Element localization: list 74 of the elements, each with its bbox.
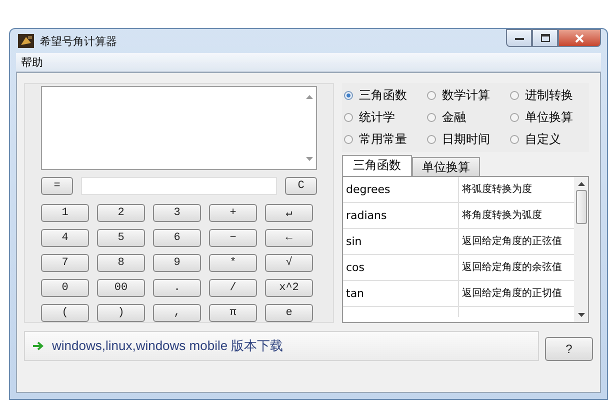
menu-item[interactable]: 帮助 xyxy=(21,54,43,70)
keypad-key[interactable]: 1 xyxy=(41,204,89,222)
category-option[interactable]: 三角函数 xyxy=(344,86,427,104)
close-icon xyxy=(575,34,584,42)
keypad-key[interactable]: 3 xyxy=(153,204,201,222)
table-cell: degrees xyxy=(343,177,459,202)
radio-button[interactable] xyxy=(510,134,519,144)
download-link[interactable]: windows,linux,windows mobile 版本下载 xyxy=(52,337,284,355)
radio-button[interactable] xyxy=(427,112,436,122)
keypad-key[interactable]: . xyxy=(153,279,201,297)
tab[interactable]: 三角函数 xyxy=(342,155,412,176)
keypad-key[interactable]: 7 xyxy=(41,254,89,272)
category-option[interactable]: 自定义 xyxy=(510,130,591,148)
radio-button[interactable] xyxy=(427,134,436,144)
keypad-key[interactable]: ↵ xyxy=(265,204,313,222)
keypad-key[interactable]: e xyxy=(265,304,313,322)
scroll-up-icon[interactable] xyxy=(578,182,584,186)
table-cell: sin xyxy=(343,229,459,254)
scrollbar[interactable] xyxy=(574,177,588,322)
keypad-key[interactable]: , xyxy=(153,304,201,322)
table-cell-text: 将角度转换为弧度 xyxy=(461,208,543,223)
help-button[interactable]: ? xyxy=(545,337,593,361)
keypad-key[interactable]: − xyxy=(209,229,257,247)
keypad-key[interactable]: * xyxy=(209,254,257,272)
keypad-key[interactable]: 2 xyxy=(97,204,145,222)
equals-button[interactable]: = xyxy=(41,177,73,196)
keypad-key[interactable]: + xyxy=(209,204,257,222)
app-icon xyxy=(18,33,34,49)
arrow-icon xyxy=(33,341,44,351)
table-cell: cos xyxy=(343,255,459,280)
keypad-key[interactable]: 8 xyxy=(97,254,145,272)
keypad-key[interactable]: 5 xyxy=(97,229,145,247)
radio-button[interactable] xyxy=(344,134,353,144)
category-option[interactable]: 单位换算 xyxy=(510,108,591,126)
radio-button[interactable] xyxy=(510,112,519,122)
keypad-key[interactable]: 00 xyxy=(97,279,145,297)
keypad-key[interactable]: √ xyxy=(265,254,313,272)
table-cell-text: 返回给定角度的正弦值 xyxy=(461,234,563,249)
minimize-icon xyxy=(514,36,524,40)
keypad-key[interactable]: 9 xyxy=(153,254,201,272)
window-title: 希望号角计算器 xyxy=(40,34,118,48)
keypad-key[interactable]: 6 xyxy=(153,229,201,247)
keypad-key[interactable]: 4 xyxy=(41,229,89,247)
radio-button[interactable] xyxy=(344,90,353,100)
keypad-key[interactable]: 0 xyxy=(41,279,89,297)
close-button[interactable] xyxy=(558,29,601,47)
category-option[interactable]: 常用常量 xyxy=(344,130,427,148)
clear-button[interactable]: C xyxy=(285,177,317,196)
category-option[interactable]: 数学计算 xyxy=(427,86,510,104)
tab[interactable]: 单位换算 xyxy=(412,157,480,176)
minimize-button[interactable] xyxy=(506,29,532,47)
keypad-key[interactable]: ) xyxy=(97,304,145,322)
keypad-key[interactable]: ( xyxy=(41,304,89,322)
category-option[interactable]: 日期时间 xyxy=(427,130,510,148)
scroll-down-icon[interactable] xyxy=(578,313,584,317)
keypad-key[interactable]: / xyxy=(209,279,257,297)
category-option[interactable]: 进制转换 xyxy=(510,86,591,104)
radio-button[interactable] xyxy=(344,112,353,122)
keypad-key[interactable]: π xyxy=(209,304,257,322)
table-cell-text: 返回给定角度的余弦值 xyxy=(461,260,563,275)
expression-field[interactable] xyxy=(81,177,277,196)
keypad-key[interactable]: ← xyxy=(265,229,313,247)
radio-button[interactable] xyxy=(510,90,519,100)
table-cell: radians xyxy=(343,203,459,228)
keypad-key[interactable]: x^2 xyxy=(265,279,313,297)
maximize-button[interactable] xyxy=(532,29,558,47)
scroll-thumb[interactable] xyxy=(576,190,586,224)
maximize-icon xyxy=(540,34,550,42)
radio-button[interactable] xyxy=(427,90,436,100)
category-option[interactable]: 金融 xyxy=(427,108,510,126)
table-cell: tan xyxy=(343,281,459,306)
table-cell-text: 返回给定角度的正切值 xyxy=(461,286,563,301)
category-option[interactable]: 统计学 xyxy=(344,108,427,126)
table-cell-text: 将弧度转换为度 xyxy=(461,182,533,197)
